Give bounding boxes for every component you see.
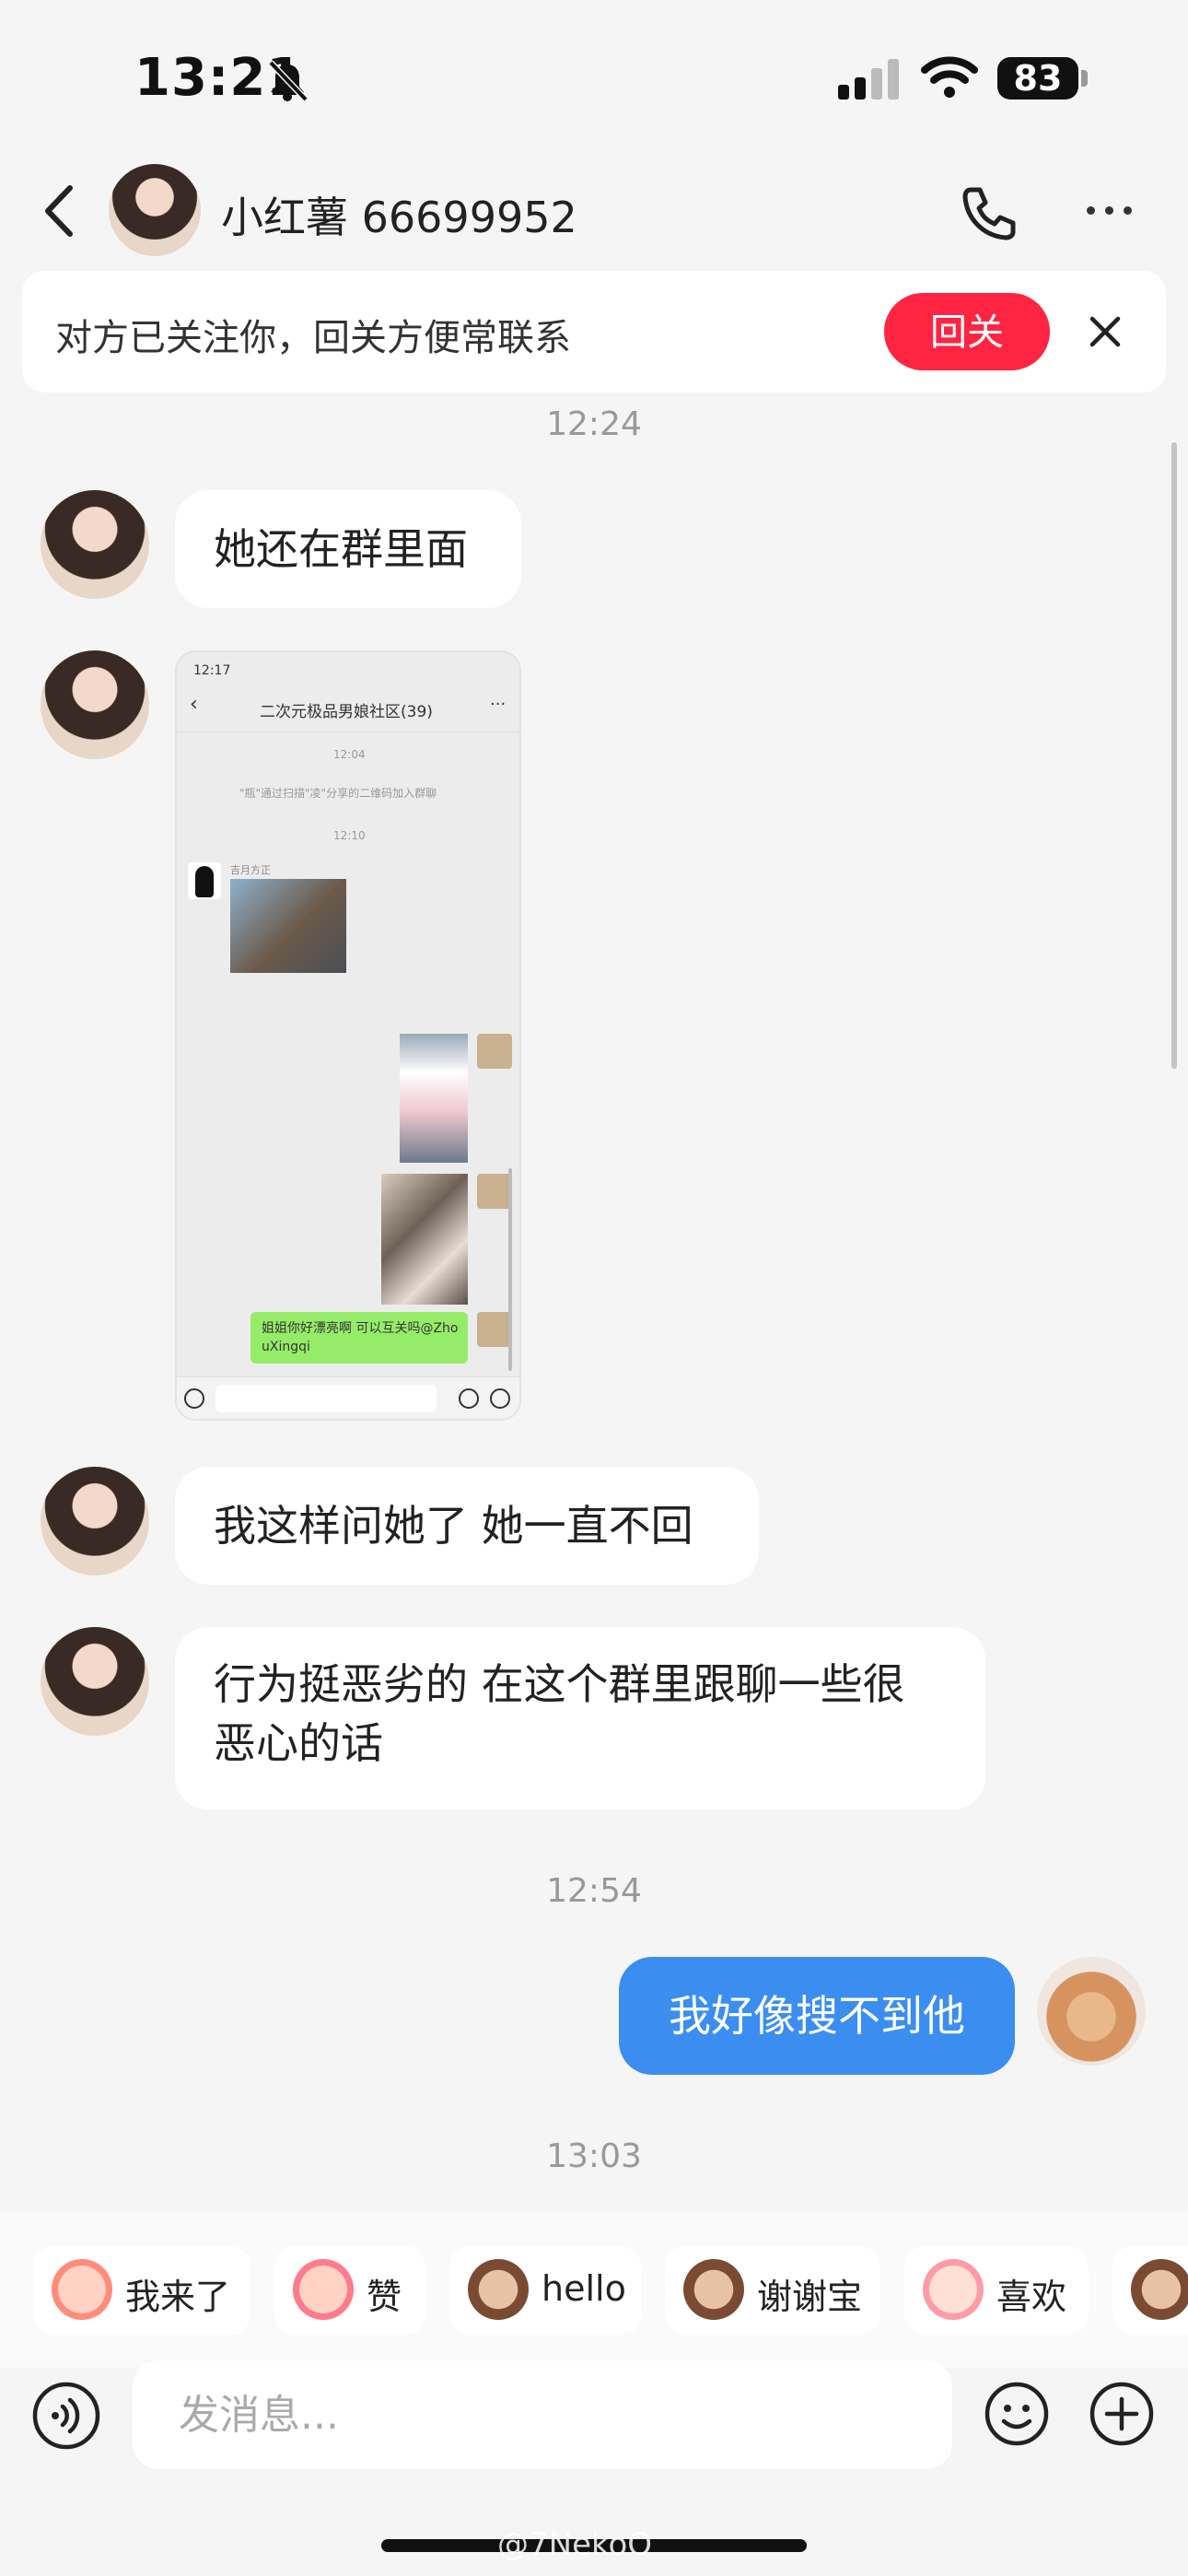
shot-my-avatar: [477, 1312, 512, 1347]
shot-my-message: 姐姐你好漂亮啊 可以互关吗@ZhouXingqi: [262, 1321, 459, 1354]
back-icon[interactable]: [37, 181, 83, 241]
message-timestamp: 13:03: [546, 2137, 642, 2175]
sender-avatar[interactable]: [41, 1467, 149, 1575]
sticker-icon: [923, 2259, 984, 2320]
shot-group-title: 二次元极品男娘社区(39): [260, 703, 433, 721]
message-input[interactable]: [133, 2360, 952, 2469]
sticker-icon: [52, 2259, 112, 2320]
quick-reply-chip[interactable]: 赞: [274, 2246, 425, 2335]
sticker-icon: [1131, 2259, 1188, 2320]
battery-indicator: 83: [997, 57, 1078, 100]
message-timestamp: 12:24: [546, 405, 642, 443]
quick-reply-chip[interactable]: 喜欢: [904, 2246, 1089, 2335]
close-icon[interactable]: [1087, 313, 1124, 350]
message-line: 行为挺恶劣的 在这个群里跟聊一些很: [214, 1659, 905, 1709]
add-icon[interactable]: [1089, 2381, 1155, 2447]
shot-time-b: 12:10: [333, 829, 366, 842]
shot-system-message: "瓶"通过扫描"凌"分享的二维码加入群聊: [239, 787, 437, 800]
shot-status-time: 12:17: [193, 663, 231, 678]
quick-reply-label: 喜欢: [996, 2277, 1067, 2317]
wifi-icon: [921, 56, 978, 98]
chat-title: 小红薯 66699952: [221, 193, 577, 242]
quick-reply-label: 我来了: [125, 2277, 231, 2317]
sticker-icon: [468, 2259, 529, 2320]
watermark: @7NekoO: [497, 2526, 653, 2563]
scrollbar[interactable]: [1171, 442, 1177, 1069]
voice-input-icon[interactable]: [31, 2381, 101, 2451]
shot-my-avatar: [477, 1174, 512, 1209]
sender-avatar[interactable]: [41, 490, 149, 599]
mute-bell-icon: [268, 60, 309, 102]
shot-sender-avatar: [188, 862, 221, 899]
phone-call-icon[interactable]: [958, 182, 1019, 243]
sticker-icon: [293, 2259, 354, 2320]
quick-reply-label: 赞: [367, 2277, 402, 2317]
shot-input-bar: [177, 1376, 519, 1419]
shot-more-icon: ···: [490, 695, 507, 714]
message-timestamp: 12:54: [546, 1872, 642, 1910]
more-options-icon[interactable]: [1087, 201, 1133, 219]
quick-reply-chip[interactable]: hello: [449, 2246, 641, 2335]
sender-avatar[interactable]: [41, 1627, 149, 1736]
message-line: 恶心的话: [214, 1718, 383, 1768]
follow-banner-text: 对方已关注你，回关方便常联系: [55, 317, 571, 359]
message-bubble[interactable]: 我这样问她了 她一直不回: [175, 1467, 759, 1585]
cellular-signal-icon: [838, 59, 903, 100]
quick-reply-label: hello: [542, 2268, 626, 2309]
follow-back-button[interactable]: 回关: [884, 293, 1050, 370]
shot-photo: [381, 1174, 468, 1305]
quick-reply-chip[interactable]: [1112, 2246, 1188, 2335]
sender-avatar[interactable]: [41, 650, 149, 759]
contact-avatar[interactable]: [109, 164, 201, 256]
emoji-icon[interactable]: [984, 2381, 1050, 2447]
my-avatar[interactable]: [1037, 1957, 1146, 2066]
quick-reply-chip[interactable]: 谢谢宝: [665, 2246, 880, 2335]
shot-time-a: 12:04: [333, 748, 366, 761]
image-message[interactable]: 12:17 ‹ 二次元极品男娘社区(39) ··· 12:04 "瓶"通过扫描"…: [175, 650, 521, 1421]
battery-tip: [1081, 70, 1088, 87]
shot-back-icon: ‹: [190, 693, 198, 716]
quick-reply-chip[interactable]: 我来了: [33, 2246, 250, 2335]
shot-my-avatar: [477, 1034, 512, 1069]
shot-photo: [230, 879, 346, 973]
shot-photo: [400, 1034, 468, 1163]
sticker-icon: [683, 2259, 744, 2320]
quick-reply-label: 谢谢宝: [757, 2277, 863, 2317]
message-bubble[interactable]: 行为挺恶劣的 在这个群里跟聊一些很 恶心的话: [175, 1627, 985, 1809]
my-message-bubble[interactable]: 我好像搜不到他: [619, 1957, 1015, 2075]
shot-sender-name: 吉月方正: [230, 864, 271, 876]
shot-scrollbar: [508, 1168, 512, 1371]
message-bubble[interactable]: 她还在群里面: [175, 490, 521, 608]
